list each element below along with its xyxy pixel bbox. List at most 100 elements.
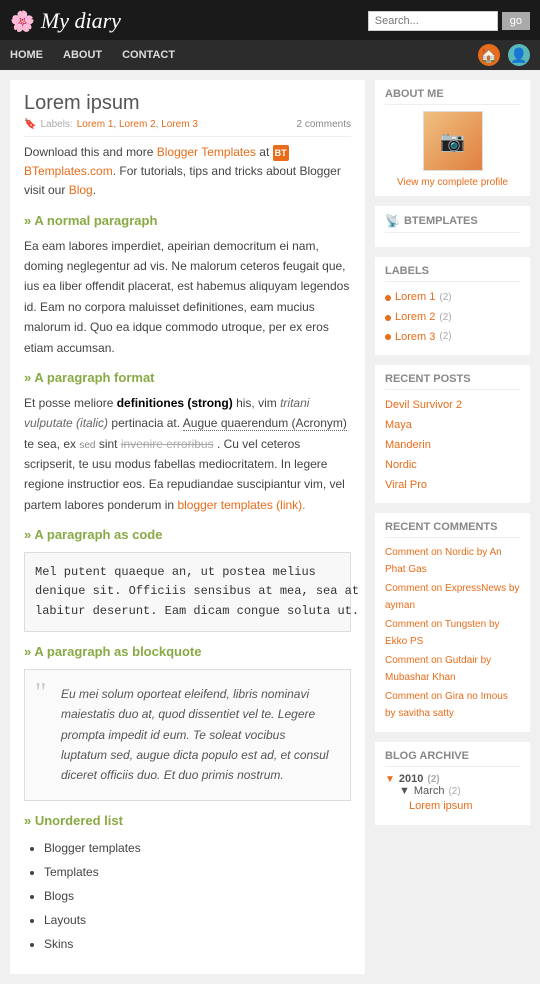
s2-post2: te sea, ex: [24, 437, 76, 451]
section3-heading: » A paragraph as code: [24, 527, 351, 542]
avatar: 📷: [423, 111, 483, 171]
archive-post[interactable]: Lorem ipsum: [409, 797, 520, 817]
blogger-templates-link[interactable]: Blogger Templates: [157, 145, 256, 159]
s2-post1: pertinacia at.: [111, 416, 180, 430]
avatar-img: 📷: [440, 129, 465, 154]
logo-area: 🌸 My diary: [10, 8, 121, 34]
recent-post-item[interactable]: Nordic: [385, 456, 520, 476]
btemplates-label: BTEMPLATES: [404, 215, 478, 227]
recent-comments-title: RECENT COMMENTS: [385, 521, 520, 538]
archive-month[interactable]: ▼ March (2): [399, 785, 520, 797]
nav-contact[interactable]: CONTACT: [122, 43, 175, 67]
archive-year[interactable]: ▼ 2010 (2): [385, 773, 520, 785]
archive-year-count: (2): [427, 774, 439, 785]
btemplates-widget: 📡 BTEMPLATES: [375, 206, 530, 247]
label-link-1[interactable]: Lorem 1: [77, 119, 114, 130]
recent-post-item[interactable]: Manderin: [385, 436, 520, 456]
search-button[interactable]: go: [502, 12, 530, 30]
labels-list: Lorem 1 (2) Lorem 2 (2) Lorem 3 (2): [385, 288, 520, 347]
labels-label: Labels:: [40, 119, 72, 130]
labels-widget: LABELS Lorem 1 (2) Lorem 2 (2) Lorem 3 (…: [375, 257, 530, 355]
archive-list: ▼ 2010 (2) ▼ March (2) Lorem ipsum: [385, 773, 520, 817]
section1-heading: » A normal paragraph: [24, 213, 351, 228]
label-links: Lorem 1, Lorem 2, Lorem 3: [77, 119, 198, 130]
s2-pre: Et posse meliore: [24, 396, 113, 410]
recent-post-item[interactable]: Viral Pro: [385, 476, 520, 496]
label-link-2[interactable]: Lorem 2: [119, 119, 156, 130]
blog-archive-title: BLOG ARCHIVE: [385, 750, 520, 767]
site-title: My diary: [41, 8, 121, 34]
label-count: (2): [439, 309, 451, 327]
intro-text-1: Download this and more: [24, 145, 153, 159]
about-me-label: ABOUT ME: [385, 88, 444, 100]
s2-strong: definitiones (strong): [117, 396, 233, 410]
archive-month-count: (2): [448, 786, 460, 797]
section2-heading: » A paragraph format: [24, 370, 351, 385]
label-name[interactable]: Lorem 2: [395, 308, 435, 328]
recent-post-item[interactable]: Devil Survivor 2: [385, 396, 520, 416]
recent-posts-title: RECENT POSTS: [385, 373, 520, 390]
label-link-3[interactable]: Lorem 3: [161, 119, 198, 130]
nav-about[interactable]: ABOUT: [63, 43, 102, 67]
post-title: Lorem ipsum: [24, 92, 351, 115]
bt-icon: BT: [273, 145, 289, 161]
label-item: Lorem 1 (2): [385, 288, 520, 308]
view-profile-link[interactable]: View my complete profile: [397, 177, 508, 188]
s2-link[interactable]: blogger templates (link).: [177, 498, 305, 512]
label-count: (2): [439, 289, 451, 307]
recent-posts-list: Devil Survivor 2 Maya Manderin Nordic Vi…: [385, 396, 520, 495]
expand-month-icon: ▼: [399, 785, 410, 797]
intro-paragraph: Download this and more Blogger Templates…: [24, 143, 351, 201]
recent-post-item[interactable]: Maya: [385, 416, 520, 436]
page: Lorem ipsum 🔖 Labels: Lorem 1, Lorem 2, …: [0, 70, 540, 984]
blog-archive-widget: BLOG ARCHIVE ▼ 2010 (2) ▼ March (2) Lore…: [375, 742, 530, 825]
btemplates-title: 📡 BTEMPLATES: [385, 214, 520, 233]
comment-item[interactable]: Comment on ExpressNews by ayman: [385, 580, 520, 614]
comments-count: 2 comments: [297, 119, 351, 130]
comment-item[interactable]: Comment on Gutdair by Mubashar Khan: [385, 652, 520, 686]
archive-month-label: March: [414, 785, 445, 797]
about-me-content: 📷 View my complete profile: [385, 111, 520, 188]
list-item: Blogs: [44, 884, 351, 908]
label-item: Lorem 3 (2): [385, 328, 520, 348]
s2-sint: sint: [99, 437, 118, 451]
expand-icon: ▼: [385, 774, 395, 785]
recent-posts-widget: RECENT POSTS Devil Survivor 2 Maya Mande…: [375, 365, 530, 503]
code-block: Mel putent quaeque an, ut postea melius …: [24, 552, 351, 632]
bt-link[interactable]: BTemplates.com: [24, 164, 113, 178]
archive-year-label: 2010: [399, 773, 423, 785]
rss-icon: 📡: [385, 214, 400, 228]
header: 🌸 My diary go: [0, 0, 540, 40]
blockquote-container: " Eu mei solum oporteat eleifend, libris…: [24, 669, 351, 801]
section5-heading: » Unordered list: [24, 813, 351, 828]
intro-text-2: at: [259, 145, 269, 159]
comment-item[interactable]: Comment on Tungsten by Ekko PS: [385, 616, 520, 650]
about-me-title: ABOUT ME: [385, 88, 520, 105]
blockquote-text: Eu mei solum oporteat eleifend, libris n…: [61, 684, 334, 786]
comment-item[interactable]: Comment on Nordic by An Phat Gas: [385, 544, 520, 578]
recent-comments-widget: RECENT COMMENTS Comment on Nordic by An …: [375, 513, 530, 732]
comment-item[interactable]: Comment on Gira no Imous by savitha satt…: [385, 688, 520, 722]
label-dot-icon: [385, 315, 391, 321]
section1-body: Ea eam labores imperdiet, apeirian democ…: [24, 236, 351, 358]
label-name[interactable]: Lorem 3: [395, 328, 435, 348]
label-name[interactable]: Lorem 1: [395, 288, 435, 308]
labels-title: LABELS: [385, 265, 520, 282]
post-meta: 🔖 Labels: Lorem 1, Lorem 2, Lorem 3 2 co…: [24, 119, 351, 137]
nav-home-icon[interactable]: 🏠: [478, 44, 500, 66]
s2-sed: sed: [79, 440, 95, 451]
blog-link[interactable]: Blog: [69, 183, 93, 197]
s2-strike: invenire erroribus: [121, 437, 214, 451]
nav-user-icon[interactable]: 👤: [508, 44, 530, 66]
main-content: Lorem ipsum 🔖 Labels: Lorem 1, Lorem 2, …: [10, 80, 365, 974]
s2-mid: his, vim: [236, 396, 277, 410]
about-me-widget: ABOUT ME 📷 View my complete profile: [375, 80, 530, 196]
nav-home[interactable]: HOME: [10, 43, 43, 67]
label-count: (2): [439, 328, 451, 346]
search-input[interactable]: [368, 11, 498, 31]
nav-icons: 🏠 👤: [478, 44, 530, 66]
list-item: Blogger templates: [44, 836, 351, 860]
label-dot-icon: [385, 334, 391, 340]
sidebar: ABOUT ME 📷 View my complete profile 📡 BT…: [375, 80, 530, 974]
list-item: Skins: [44, 932, 351, 956]
